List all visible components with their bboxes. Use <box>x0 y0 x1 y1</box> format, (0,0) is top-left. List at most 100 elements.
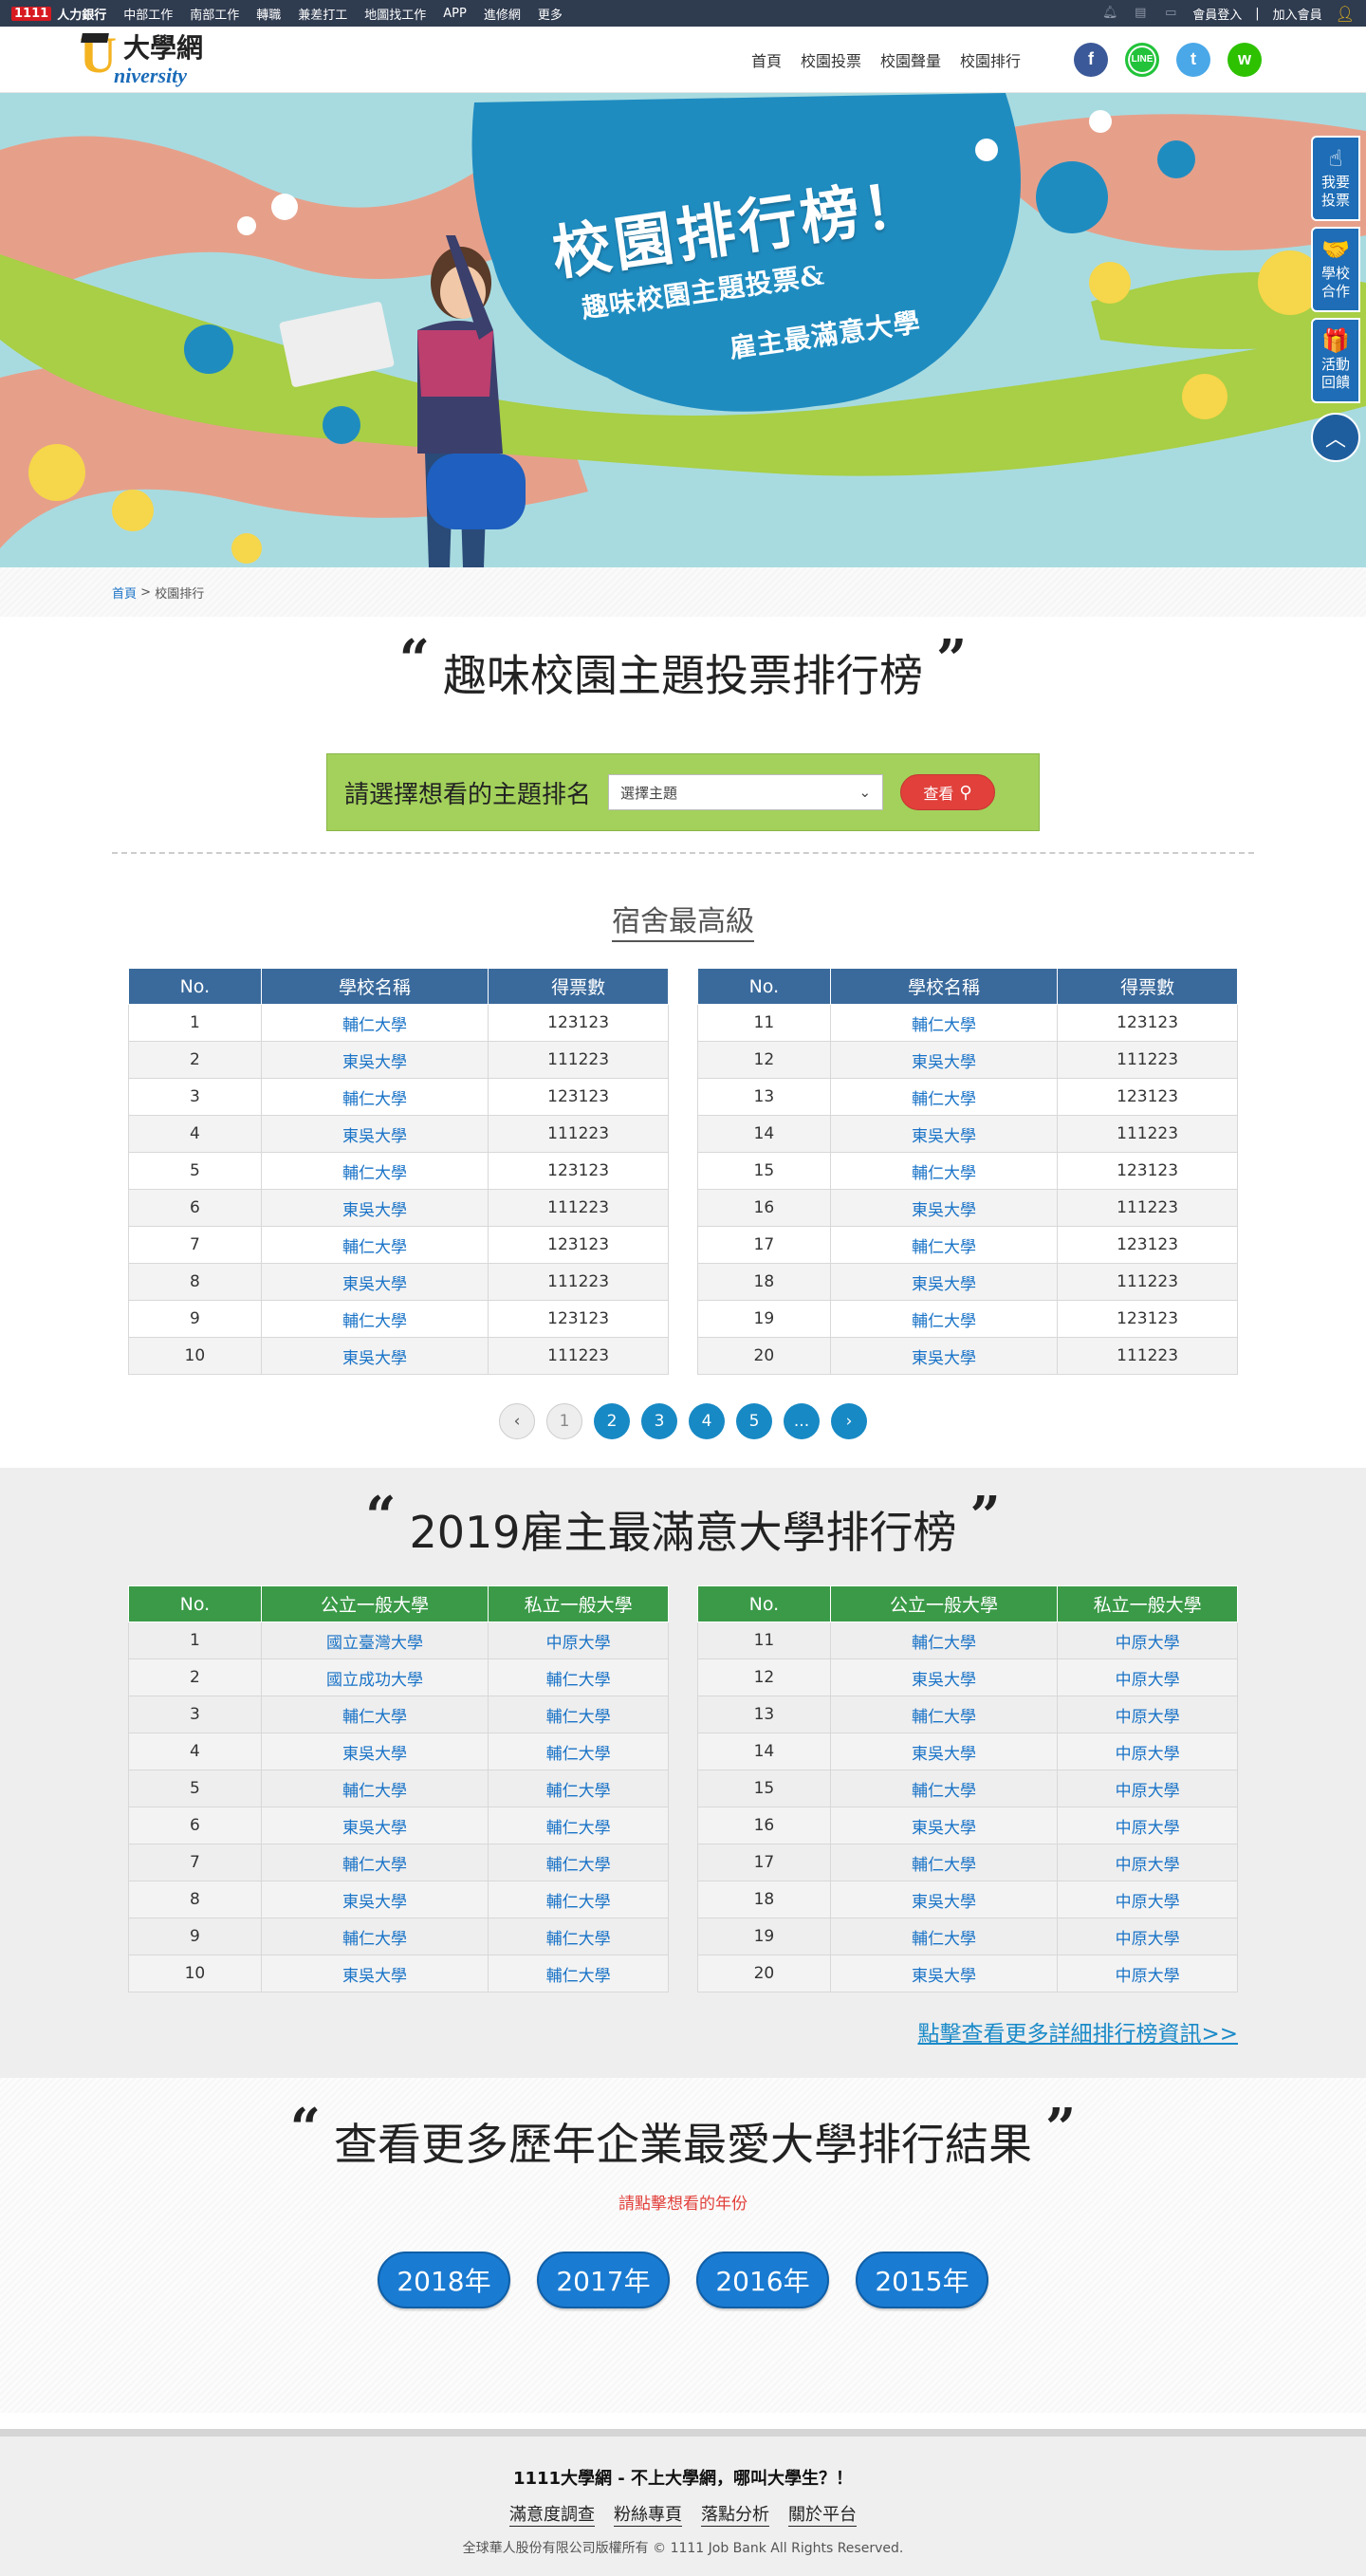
search-button[interactable]: 查看 ⚲ <box>900 774 996 810</box>
school-link[interactable]: 中原大學 <box>1057 1770 1238 1807</box>
school-link[interactable]: 中原大學 <box>1057 1659 1238 1696</box>
line-icon[interactable]: LINE <box>1125 42 1159 77</box>
signup-link[interactable]: 加入會員 <box>1273 5 1322 23</box>
school-link[interactable]: 輔仁大學 <box>260 1770 489 1807</box>
school-link[interactable]: 東吳大學 <box>829 1807 1059 1844</box>
side-reward-button[interactable]: 🎁 活動 回饋 <box>1311 318 1360 403</box>
topic-select[interactable]: 選擇主題 ⌄ <box>608 774 884 810</box>
school-link[interactable]: 輔仁大學 <box>488 1881 669 1918</box>
nav-ranking[interactable]: 校園排行 <box>960 48 1021 71</box>
year-2016-button[interactable]: 2016年 <box>696 2252 829 2308</box>
school-link[interactable]: 中原大學 <box>488 1622 669 1659</box>
topbar-link-study[interactable]: 進修網 <box>484 5 521 23</box>
school-link[interactable]: 輔仁大學 <box>829 1622 1059 1659</box>
school-link[interactable]: 輔仁大學 <box>829 1300 1059 1338</box>
page-4[interactable]: 4 <box>689 1403 725 1439</box>
page-5[interactable]: 5 <box>736 1403 772 1439</box>
1111-bank-link[interactable]: 1111 人力銀行 <box>11 5 106 23</box>
year-2015-button[interactable]: 2015年 <box>856 2252 988 2308</box>
nav-home[interactable]: 首頁 <box>751 48 782 71</box>
nav-vote[interactable]: 校園投票 <box>801 48 861 71</box>
topbar-link-south[interactable]: 南部工作 <box>190 5 239 23</box>
footer-link-survey[interactable]: 滿意度調查 <box>509 2501 595 2527</box>
school-link[interactable]: 輔仁大學 <box>260 1844 489 1881</box>
prev-page-button[interactable]: ‹ <box>499 1403 535 1439</box>
page-2[interactable]: 2 <box>594 1403 630 1439</box>
user-icon[interactable]: 👤︎ <box>1336 5 1355 23</box>
school-link[interactable]: 東吳大學 <box>829 1041 1059 1079</box>
school-link[interactable]: 東吳大學 <box>260 1263 489 1301</box>
breadcrumb-home[interactable]: 首頁 <box>112 584 137 602</box>
school-link[interactable]: 東吳大學 <box>260 1881 489 1918</box>
school-link[interactable]: 東吳大學 <box>260 1115 489 1153</box>
topbar-link-central[interactable]: 中部工作 <box>123 5 173 23</box>
school-link[interactable]: 中原大學 <box>1057 1955 1238 1992</box>
school-link[interactable]: 中原大學 <box>1057 1918 1238 1955</box>
school-link[interactable]: 輔仁大學 <box>260 1918 489 1955</box>
school-link[interactable]: 中原大學 <box>1057 1622 1238 1659</box>
nav-volume[interactable]: 校園聲量 <box>880 48 941 71</box>
school-link[interactable]: 輔仁大學 <box>488 1733 669 1770</box>
topbar-link-transfer[interactable]: 轉職 <box>256 5 281 23</box>
school-link[interactable]: 東吳大學 <box>260 1337 489 1375</box>
school-link[interactable]: 輔仁大學 <box>260 1078 489 1116</box>
login-link[interactable]: 會員登入 <box>1192 5 1242 23</box>
school-link[interactable]: 東吳大學 <box>829 1263 1059 1301</box>
school-link[interactable]: 輔仁大學 <box>260 1226 489 1264</box>
school-link[interactable]: 東吳大學 <box>829 1337 1059 1375</box>
school-link[interactable]: 東吳大學 <box>260 1807 489 1844</box>
school-link[interactable]: 中原大學 <box>1057 1733 1238 1770</box>
school-link[interactable]: 國立臺灣大學 <box>260 1622 489 1659</box>
topbar-link-parttime[interactable]: 兼差打工 <box>298 5 347 23</box>
school-link[interactable]: 東吳大學 <box>829 1659 1059 1696</box>
year-2018-button[interactable]: 2018年 <box>378 2252 510 2308</box>
topbar-link-map[interactable]: 地圖找工作 <box>364 5 426 23</box>
bell-icon[interactable]: 🔔︎ <box>1101 7 1118 20</box>
facebook-icon[interactable]: f <box>1074 42 1108 77</box>
school-link[interactable]: 東吳大學 <box>260 1189 489 1227</box>
school-link[interactable]: 東吳大學 <box>829 1733 1059 1770</box>
school-link[interactable]: 輔仁大學 <box>488 1770 669 1807</box>
school-link[interactable]: 中原大學 <box>1057 1844 1238 1881</box>
footer-link-about[interactable]: 關於平台 <box>788 2501 857 2527</box>
page-ellipsis[interactable]: ... <box>784 1403 820 1439</box>
school-link[interactable]: 東吳大學 <box>260 1733 489 1770</box>
school-link[interactable]: 輔仁大學 <box>829 1696 1059 1733</box>
wechat-icon[interactable]: w <box>1228 42 1262 77</box>
school-link[interactable]: 輔仁大學 <box>829 1078 1059 1116</box>
document-search-icon[interactable]: ▤ <box>1132 7 1149 20</box>
school-link[interactable]: 輔仁大學 <box>829 1226 1059 1264</box>
briefcase-icon[interactable]: ▭ <box>1162 7 1179 20</box>
page-1[interactable]: 1 <box>546 1403 582 1439</box>
school-link[interactable]: 輔仁大學 <box>829 1770 1059 1807</box>
school-link[interactable]: 東吳大學 <box>260 1041 489 1079</box>
school-link[interactable]: 輔仁大學 <box>829 1844 1059 1881</box>
school-link[interactable]: 東吳大學 <box>829 1115 1059 1153</box>
scroll-top-button[interactable]: ︿ <box>1311 413 1360 462</box>
school-link[interactable]: 輔仁大學 <box>260 1004 489 1042</box>
school-link[interactable]: 輔仁大學 <box>829 1004 1059 1042</box>
school-link[interactable]: 輔仁大學 <box>260 1696 489 1733</box>
footer-link-fanpage[interactable]: 粉絲專頁 <box>614 2501 682 2527</box>
school-link[interactable]: 輔仁大學 <box>260 1152 489 1190</box>
year-2017-button[interactable]: 2017年 <box>537 2252 670 2308</box>
side-vote-button[interactable]: ☝ 我要 投票 <box>1311 136 1360 221</box>
school-link[interactable]: 輔仁大學 <box>260 1300 489 1338</box>
school-link[interactable]: 中原大學 <box>1057 1696 1238 1733</box>
school-link[interactable]: 輔仁大學 <box>488 1918 669 1955</box>
side-cooperate-button[interactable]: 🤝 學校 合作 <box>1311 227 1360 312</box>
school-link[interactable]: 國立成功大學 <box>260 1659 489 1696</box>
school-link[interactable]: 輔仁大學 <box>488 1955 669 1992</box>
school-link[interactable]: 輔仁大學 <box>488 1696 669 1733</box>
school-link[interactable]: 輔仁大學 <box>488 1659 669 1696</box>
school-link[interactable]: 輔仁大學 <box>488 1844 669 1881</box>
twitter-icon[interactable]: t <box>1176 42 1210 77</box>
school-link[interactable]: 輔仁大學 <box>829 1918 1059 1955</box>
school-link[interactable]: 東吳大學 <box>829 1189 1059 1227</box>
school-link[interactable]: 東吳大學 <box>829 1881 1059 1918</box>
school-link[interactable]: 輔仁大學 <box>488 1807 669 1844</box>
school-link[interactable]: 中原大學 <box>1057 1807 1238 1844</box>
footer-link-analysis[interactable]: 落點分析 <box>701 2501 769 2527</box>
topbar-link-app[interactable]: APP <box>443 7 467 21</box>
page-3[interactable]: 3 <box>641 1403 677 1439</box>
